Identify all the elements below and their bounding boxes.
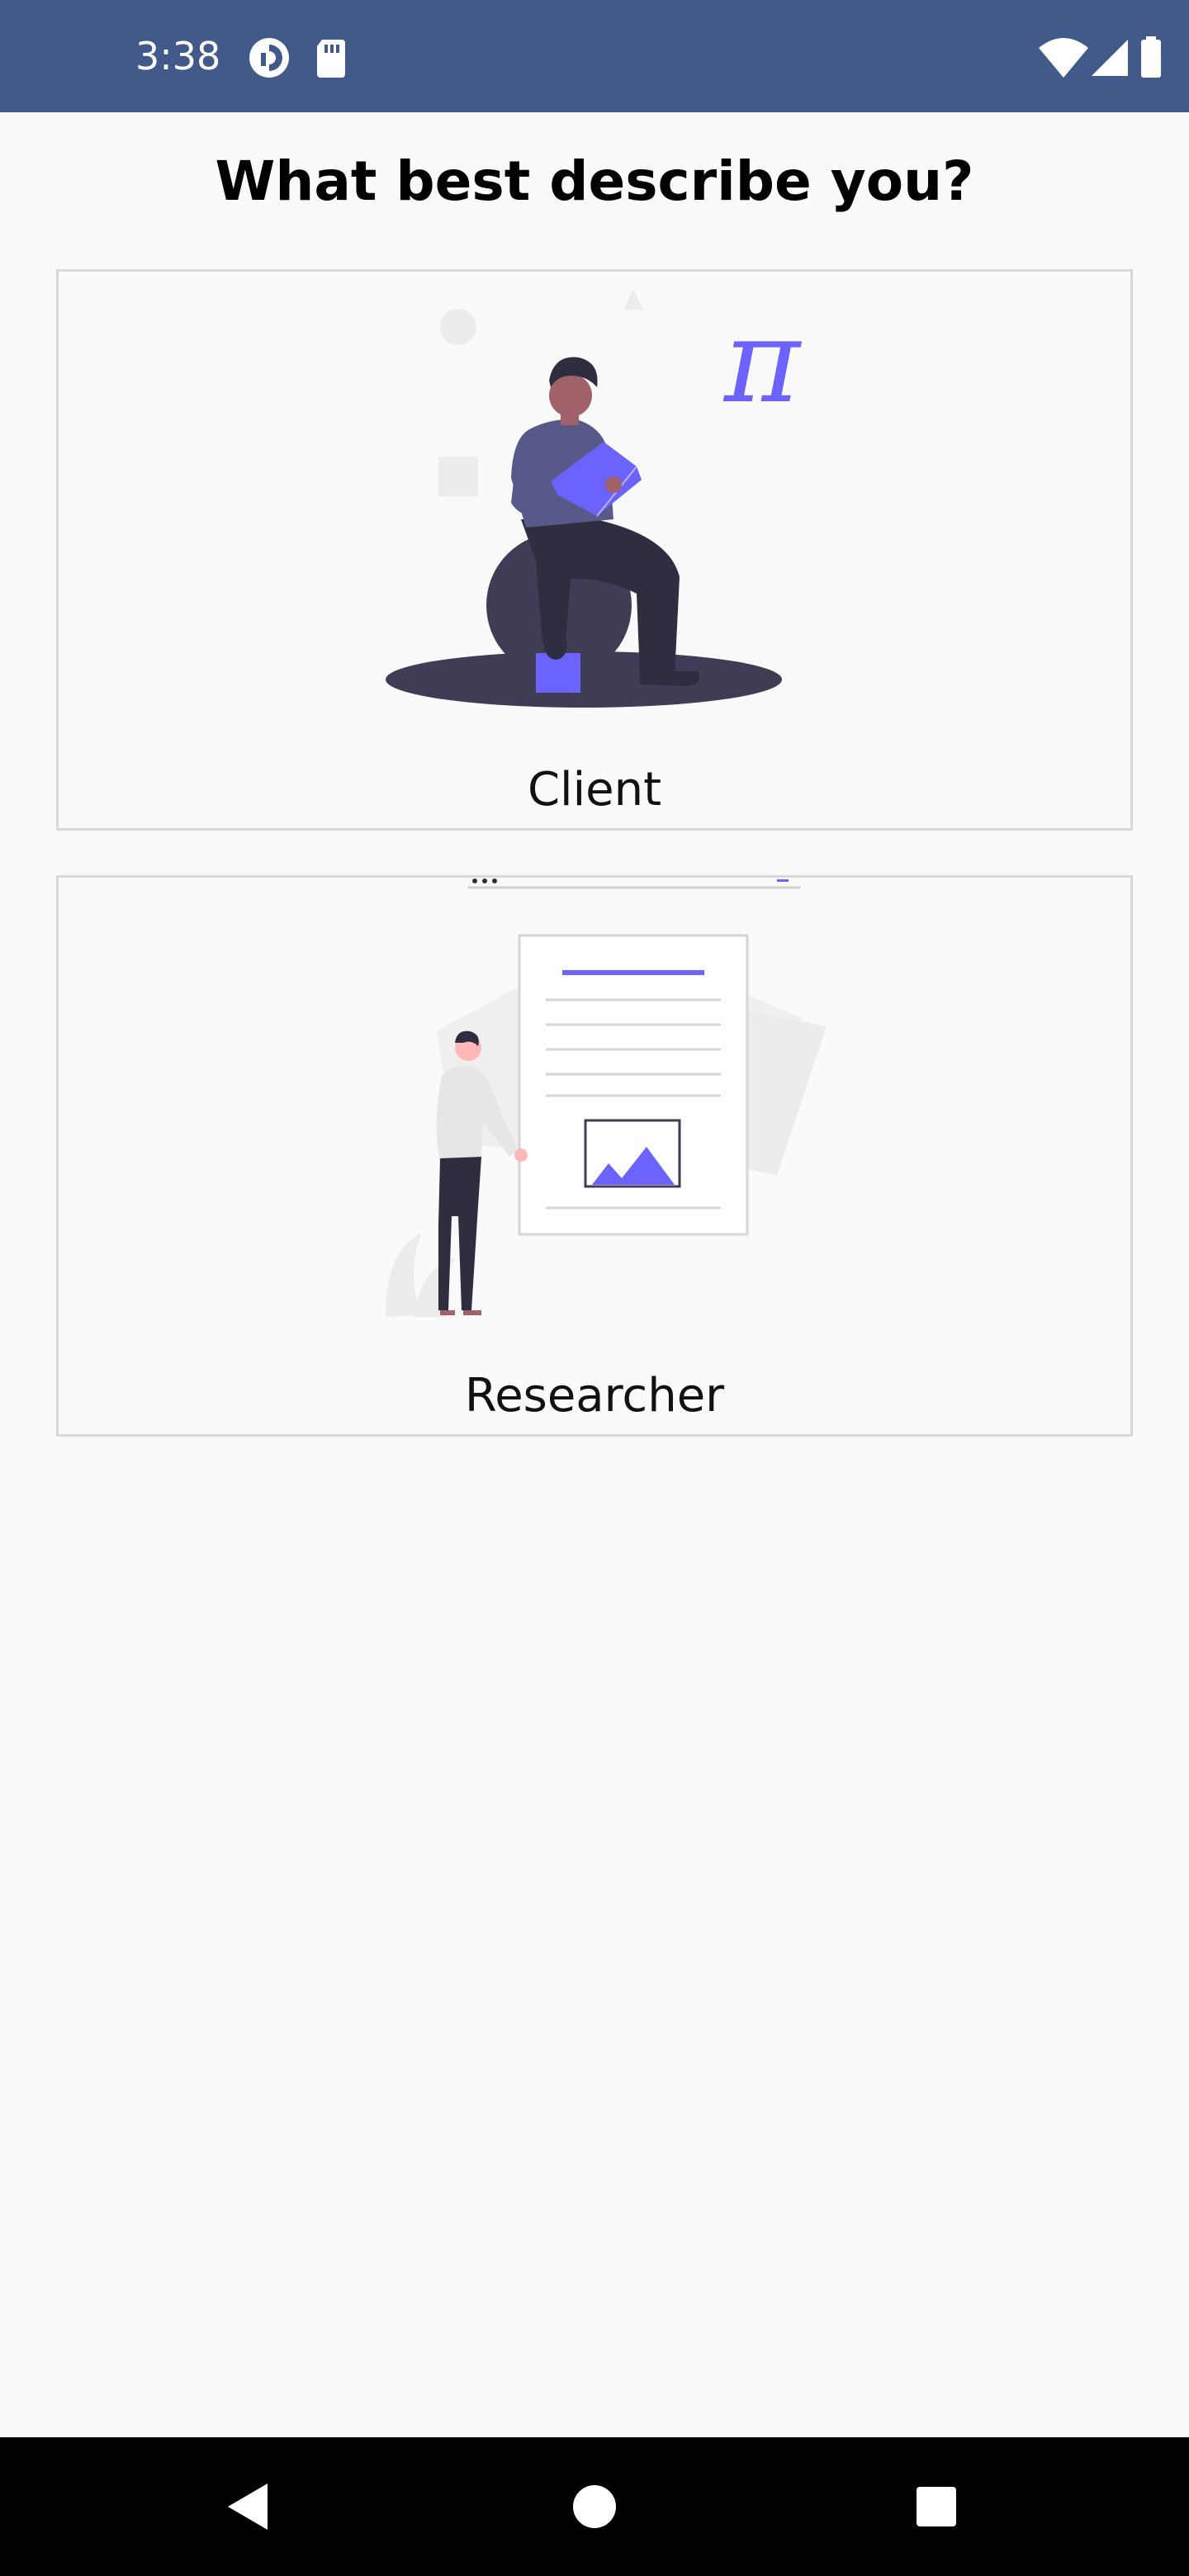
svg-text:π: π	[722, 295, 803, 429]
back-icon[interactable]	[208, 2465, 291, 2548]
person-reading-book-illustration: π	[386, 290, 803, 708]
cell-signal-icon	[1087, 33, 1136, 83]
person-presenting-document-illustration	[386, 878, 827, 1317]
researcher-label: Researcher	[464, 1369, 725, 1423]
navigation-bar	[0, 2437, 1189, 2576]
status-bar: 3:38	[0, 0, 1189, 112]
status-time: 3:38	[135, 34, 221, 78]
screen: 3:38 What best describe you? π Client Re…	[0, 0, 1189, 2576]
wifi-icon	[1037, 33, 1090, 83]
battery-icon	[1136, 33, 1169, 83]
researcher-option-card[interactable]: Researcher	[56, 875, 1133, 1437]
client-option-card[interactable]: π Client	[56, 269, 1133, 831]
page-title: What best describe you?	[215, 149, 974, 213]
recents-icon[interactable]	[895, 2465, 978, 2548]
pocket-casts-icon	[244, 33, 294, 83]
client-label: Client	[527, 763, 662, 817]
home-icon[interactable]	[553, 2465, 636, 2548]
sd-card-icon	[307, 33, 357, 83]
